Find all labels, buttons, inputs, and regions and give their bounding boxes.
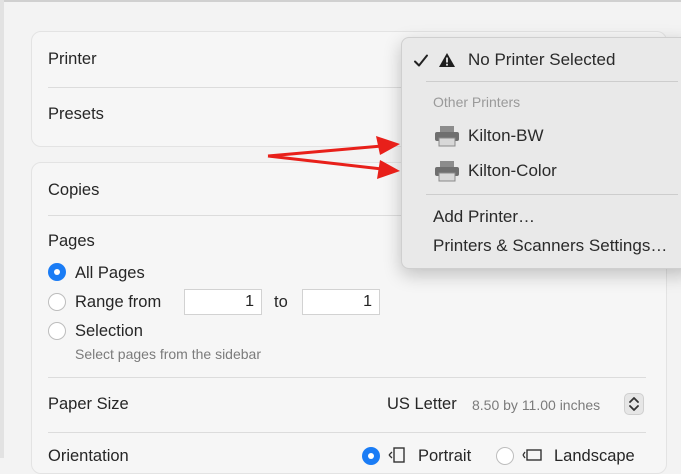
all-pages-radio[interactable] xyxy=(48,263,66,281)
range-from-label: Range from xyxy=(75,293,162,311)
portrait-label: Portrait xyxy=(418,447,472,465)
printer-label: Printer xyxy=(48,50,97,68)
paper-size-value[interactable]: US Letter xyxy=(387,395,457,414)
printer-menu: No Printer Selected Other Printers Kilto… xyxy=(401,37,681,269)
paper-size-label: Paper Size xyxy=(48,395,129,413)
printer-icon xyxy=(435,126,459,147)
range-to-input[interactable]: 1 xyxy=(302,289,380,315)
landscape-orientation-icon xyxy=(522,449,542,461)
copies-label: Copies xyxy=(48,181,100,199)
paper-size-detail: 8.50 by 11.00 inches xyxy=(472,397,601,413)
orientation-label: Orientation xyxy=(48,447,129,465)
range-to-label: to xyxy=(274,293,288,311)
divider xyxy=(48,377,646,378)
menu-item-kilton-color[interactable]: Kilton-Color xyxy=(468,161,557,181)
selection-radio[interactable] xyxy=(48,322,66,340)
menu-divider xyxy=(426,81,678,82)
menu-item-kilton-bw[interactable]: Kilton-BW xyxy=(468,126,544,146)
menu-section-header: Other Printers xyxy=(433,94,521,110)
pages-label: Pages xyxy=(48,232,95,250)
landscape-label: Landscape xyxy=(554,447,635,465)
menu-item-add-printer[interactable]: Add Printer… xyxy=(433,207,535,227)
menu-item-printers-scanners-settings[interactable]: Printers & Scanners Settings… xyxy=(433,236,667,256)
window-left-edge xyxy=(0,0,4,458)
checkmark-icon xyxy=(414,54,428,67)
menu-item-no-printer[interactable]: No Printer Selected xyxy=(468,50,615,70)
menu-divider xyxy=(426,194,678,195)
all-pages-label: All Pages xyxy=(75,264,145,282)
presets-label: Presets xyxy=(48,105,104,123)
divider xyxy=(48,432,646,433)
range-from-input[interactable]: 1 xyxy=(184,289,262,315)
warning-triangle-icon xyxy=(439,53,455,67)
selection-hint: Select pages from the sidebar xyxy=(75,346,261,362)
paper-size-stepper[interactable] xyxy=(624,393,644,415)
up-down-chevron-icon xyxy=(629,397,639,411)
portrait-radio[interactable] xyxy=(362,447,380,465)
landscape-radio[interactable] xyxy=(496,447,514,465)
range-radio[interactable] xyxy=(48,293,66,311)
printer-icon xyxy=(435,161,459,182)
window-top-edge xyxy=(0,0,681,2)
portrait-orientation-icon xyxy=(388,447,405,463)
selection-label: Selection xyxy=(75,322,143,340)
